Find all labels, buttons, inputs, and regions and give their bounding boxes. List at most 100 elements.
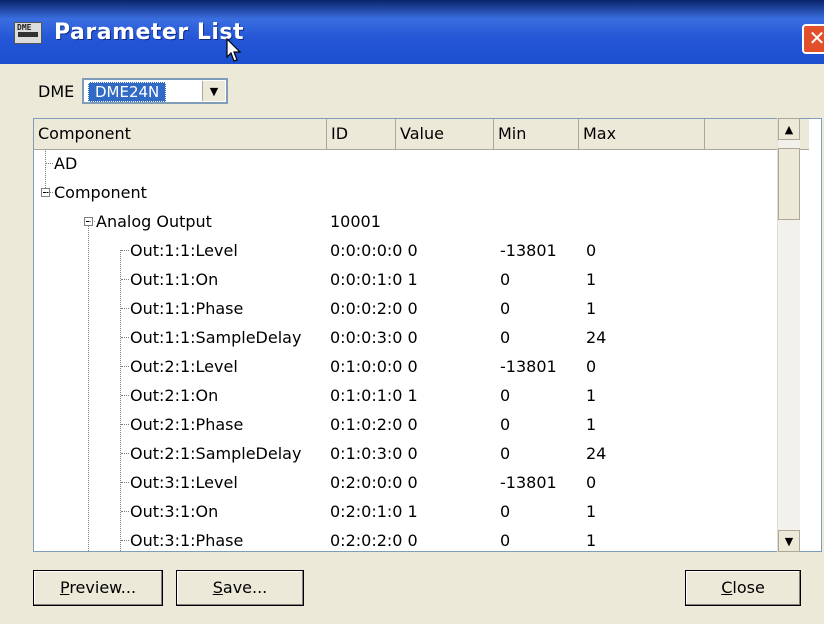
cell-max: 1 (586, 531, 597, 550)
preview-button[interactable]: Preview... (33, 570, 163, 606)
cell-max: 0 (586, 241, 597, 260)
table-row[interactable]: Out:3:1:Phase 0:2:0:2:0 0 0 1 (34, 526, 788, 551)
table-row[interactable]: Out:2:1:SampleDelay 0:1:0:3:0 0 0 24 (34, 439, 788, 468)
cell-min: -13801 (500, 473, 557, 492)
vertical-scrollbar[interactable]: ▲ ▼ (777, 118, 800, 552)
tree-connector (121, 424, 129, 425)
column-header-id[interactable]: ID (327, 119, 396, 149)
tree-connector (121, 337, 129, 338)
table-row[interactable]: Out:2:1:Phase 0:1:0:2:0 0 0 1 (34, 410, 788, 439)
cell-max: 1 (586, 299, 597, 318)
cell-name: AD (54, 154, 78, 173)
cell-id: 0:0:0:2:0 0 (330, 299, 418, 318)
tree-connector (121, 453, 129, 454)
list-rows: AD Component Analog Output 10001 Out:1:1:Lev… (34, 149, 788, 551)
parameter-tree-list[interactable]: Component ID Value Min Max AD Component An… (33, 118, 822, 552)
cell-max: 1 (586, 386, 597, 405)
parameter-list-window: DME Parameter List ✕ DME DME24N ▼ Compon… (0, 0, 824, 624)
cell-min: 0 (500, 328, 511, 347)
cell-id: 0:1:0:0:0 0 (330, 357, 418, 376)
tree-connector (89, 221, 95, 222)
table-row[interactable]: Analog Output 10001 (34, 207, 788, 236)
cell-min: 0 (500, 270, 511, 289)
tree-connector (121, 482, 129, 483)
dme-selected-value: DME24N (88, 82, 167, 102)
cell-id: 0:1:0:2:0 0 (330, 415, 418, 434)
table-row[interactable]: Out:2:1:Level 0:1:0:0:0 0 -13801 0 (34, 352, 788, 381)
tree-connector (46, 192, 53, 193)
tree-connector (121, 511, 129, 512)
table-row[interactable]: Out:1:1:Level 0:0:0:0:0 0 -13801 0 (34, 236, 788, 265)
tree-connector (121, 395, 129, 396)
cell-name: Out:1:1:SampleDelay (130, 328, 302, 347)
table-row[interactable]: Out:3:1:Level 0:2:0:0:0 0 -13801 0 (34, 468, 788, 497)
cell-name: Out:2:1:Level (130, 357, 238, 376)
cell-name: Analog Output (96, 212, 212, 231)
close-button[interactable]: Close (685, 570, 801, 606)
column-header-min[interactable]: Min (494, 119, 579, 149)
cell-id: 0:1:0:3:0 0 (330, 444, 418, 463)
tree-connector (121, 279, 129, 280)
tree-connector (121, 540, 129, 541)
table-row[interactable]: Out:1:1:SampleDelay 0:0:0:3:0 0 0 24 (34, 323, 788, 352)
dme-app-icon: DME (14, 22, 42, 44)
column-header-component[interactable]: Component (34, 119, 327, 149)
table-row[interactable]: Out:1:1:Phase 0:0:0:2:0 0 0 1 (34, 294, 788, 323)
cell-max: 1 (586, 502, 597, 521)
table-row[interactable]: Component (34, 178, 788, 207)
cell-max: 0 (586, 473, 597, 492)
cell-max: 24 (586, 328, 607, 347)
column-header-value[interactable]: Value (396, 119, 494, 149)
cell-min: -13801 (500, 357, 557, 376)
mouse-pointer-icon (226, 38, 242, 62)
table-row[interactable]: Out:1:1:On 0:0:0:1:0 1 0 1 (34, 265, 788, 294)
scroll-down-icon[interactable]: ▼ (778, 530, 800, 552)
cell-min: 0 (500, 386, 511, 405)
tree-connector (46, 163, 53, 164)
cell-name: Out:3:1:On (130, 502, 219, 521)
cell-min: 0 (500, 299, 511, 318)
cell-max: 0 (586, 357, 597, 376)
cell-min: 0 (500, 502, 511, 521)
window-close-icon[interactable]: ✕ (802, 24, 824, 54)
cell-id: 0:1:0:1:0 1 (330, 386, 418, 405)
cell-name: Out:3:1:Phase (130, 531, 244, 550)
table-row[interactable]: Out:2:1:On 0:1:0:1:0 1 0 1 (34, 381, 788, 410)
cell-id: 0:2:0:0:0 0 (330, 473, 418, 492)
list-header: Component ID Value Min Max (34, 119, 809, 150)
cell-id: 0:0:0:1:0 1 (330, 270, 418, 289)
save-button[interactable]: Save... (176, 570, 304, 606)
title-bar[interactable]: DME Parameter List ✕ (0, 0, 824, 64)
cell-min: 0 (500, 531, 511, 550)
cell-id: 0:0:0:3:0 0 (330, 328, 418, 347)
cell-name: Out:1:1:On (130, 270, 219, 289)
tree-connector (121, 366, 129, 367)
cell-min: -13801 (500, 241, 557, 260)
table-row[interactable]: Out:3:1:On 0:2:0:1:0 1 0 1 (34, 497, 788, 526)
cell-max: 24 (586, 444, 607, 463)
window-title: Parameter List (54, 20, 245, 45)
chevron-down-icon[interactable]: ▼ (202, 81, 225, 101)
dme-select[interactable]: DME24N ▼ (82, 78, 228, 104)
cell-name: Out:1:1:Level (130, 241, 238, 260)
cell-min: 0 (500, 415, 511, 434)
cell-id: 0:2:0:2:0 0 (330, 531, 418, 550)
dme-label: DME (38, 82, 75, 101)
cell-id: 0:0:0:0:0 0 (330, 241, 418, 260)
cell-min: 0 (500, 444, 511, 463)
cell-max: 1 (586, 270, 597, 289)
table-row[interactable]: AD (34, 149, 788, 178)
cell-name: Out:2:1:SampleDelay (130, 444, 302, 463)
tree-connector (121, 250, 129, 251)
cell-name: Out:1:1:Phase (130, 299, 244, 318)
cell-name: Out:2:1:On (130, 386, 219, 405)
cell-max: 1 (586, 415, 597, 434)
cell-name: Out:2:1:Phase (130, 415, 244, 434)
cell-name: Out:3:1:Level (130, 473, 238, 492)
scroll-up-icon[interactable]: ▲ (778, 118, 800, 140)
cell-name: Component (54, 183, 147, 202)
cell-id: 10001 (330, 212, 381, 231)
scroll-thumb[interactable] (778, 148, 800, 220)
cell-id: 0:2:0:1:0 1 (330, 502, 418, 521)
column-header-max[interactable]: Max (579, 119, 705, 149)
